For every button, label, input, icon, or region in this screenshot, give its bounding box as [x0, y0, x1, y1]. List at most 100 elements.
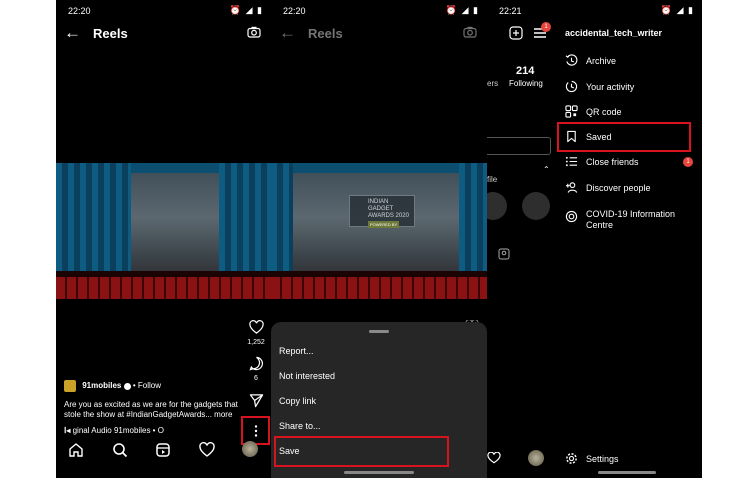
back-arrow-icon[interactable]: ←	[64, 23, 81, 43]
gesture-handle	[598, 471, 656, 474]
camera-icon[interactable]	[463, 26, 477, 38]
activity-icon	[565, 80, 578, 93]
profile-background: 1 214 Following ers file ⌃	[487, 22, 557, 478]
reel-screen: 22:20 ⏰ ◢ ▮ ← Reels 1,252 6 91mobiles • …	[56, 0, 271, 478]
reel-caption[interactable]: Are you as excited as we are for the gad…	[64, 400, 238, 420]
archive-icon	[565, 54, 578, 66]
curtain-right	[219, 163, 271, 271]
comment-count: 6	[254, 375, 258, 382]
status-icons: ⏰ ◢ ▮	[660, 5, 694, 15]
like-count: 1,252	[247, 339, 265, 346]
status-icons: ⏰ ◢ ▮	[229, 5, 263, 15]
copy-link-menu-item[interactable]: Copy link	[279, 396, 316, 406]
share-to-menu-item[interactable]: Share to...	[279, 421, 321, 431]
curtain-left	[271, 163, 293, 271]
back-arrow-icon[interactable]: ←	[279, 23, 296, 43]
new-post-icon[interactable]	[509, 26, 523, 40]
gear-icon	[566, 453, 577, 464]
qr-code-icon	[565, 105, 578, 118]
settings-label: Settings	[586, 454, 619, 464]
audio-bars-icon: Ⅰ◂	[64, 426, 71, 435]
status-bar: 22:20 ⏰ ◢ ▮	[56, 0, 271, 22]
sign-line-2: AWARDS 2020	[368, 213, 409, 219]
story-highlight[interactable]	[487, 192, 507, 220]
profile-menu-screen: 22:21 ⏰ ◢ ▮ 1 214 Following ers file ⌃ a…	[487, 0, 702, 478]
close-friends-icon	[565, 156, 578, 167]
verified-icon	[123, 382, 131, 390]
account-name[interactable]: 91mobiles	[82, 381, 121, 390]
search-icon[interactable]	[112, 442, 128, 458]
audio-row[interactable]: Ⅰ◂ ginal Audio 91mobiles • O	[64, 426, 164, 436]
covid-info-label: COVID-19 Information Centre	[586, 209, 675, 231]
caption-line-2: stole the show at #IndianGadgetAwards...…	[64, 410, 233, 419]
home-icon[interactable]	[68, 442, 84, 458]
status-icons: ⏰ ◢ ▮	[445, 5, 479, 15]
archive-label: Archive	[586, 56, 617, 66]
chevron-up-icon[interactable]: ⌃	[543, 165, 550, 174]
discover-people-label: Discover people	[586, 183, 651, 193]
theatre-seats	[271, 271, 487, 299]
status-bar: 22:20 ⏰ ◢ ▮	[271, 0, 487, 22]
activity-heart-icon[interactable]	[199, 442, 215, 458]
profile-avatar[interactable]	[242, 441, 258, 457]
profile-avatar[interactable]	[528, 450, 544, 466]
heart-icon[interactable]	[248, 320, 264, 335]
reel-actions: 1,252 6	[245, 320, 267, 410]
sheet-grip[interactable]	[369, 330, 389, 333]
add-person-icon	[565, 182, 578, 193]
edit-profile-button[interactable]	[487, 137, 551, 155]
awards-sign: INDIAN GADGET AWARDS 2020 POWERED BY	[349, 195, 415, 228]
bottom-nav	[56, 436, 271, 464]
follow-button[interactable]: Follow	[138, 381, 161, 390]
followers-label-partial: ers	[487, 79, 499, 88]
audio-label: ginal Audio 91mobiles • O	[72, 426, 164, 435]
reel-video: INDIAN GADGET AWARDS 2020 POWERED BY	[271, 163, 487, 299]
profile-drawer: accidental_tech_writer Archive Your acti…	[557, 22, 702, 478]
following-count[interactable]: 214	[516, 65, 534, 77]
profile-label-partial: file	[487, 175, 498, 184]
close-friends-menu-item[interactable]: Close friends 1	[565, 155, 702, 173]
qr-code-label: QR code	[586, 107, 622, 117]
reel-account-row: 91mobiles • Follow	[64, 380, 161, 392]
story-highlight[interactable]	[522, 192, 550, 220]
page-title: Reels	[308, 26, 343, 41]
sign-tag: POWERED BY	[368, 221, 400, 228]
not-interested-menu-item[interactable]: Not interested	[279, 371, 335, 381]
curtain-left	[56, 163, 132, 271]
following-label[interactable]: Following	[509, 79, 543, 88]
reel-video[interactable]	[56, 163, 271, 299]
follow-separator: •	[132, 381, 136, 391]
status-bar: 22:21 ⏰ ◢ ▮	[487, 0, 702, 22]
status-time: 22:20	[68, 6, 91, 16]
info-circle-icon	[565, 210, 578, 223]
top-bar: ← Reels	[56, 22, 271, 46]
caption-line-1: Are you as excited as we are for the gad…	[64, 400, 238, 409]
send-icon[interactable]	[249, 393, 264, 408]
save-highlight	[274, 436, 449, 467]
your-activity-label: Your activity	[586, 82, 635, 92]
sign-line-1: INDIAN GADGET	[368, 199, 394, 212]
notification-badge: 1	[541, 22, 551, 32]
reels-icon[interactable]	[155, 442, 171, 458]
covid-info-line-2: Centre	[586, 220, 614, 230]
reel-options-screen: 22:20 ⏰ ◢ ▮ ← Reels INDIAN GADGET AWARDS…	[271, 0, 487, 478]
account-avatar[interactable]	[64, 380, 76, 392]
theatre-seats	[56, 271, 271, 299]
close-friends-badge: 1	[683, 157, 693, 167]
camera-icon[interactable]	[247, 26, 261, 38]
report-menu-item[interactable]: Report...	[279, 346, 314, 356]
page-title: Reels	[93, 26, 128, 41]
status-time: 22:21	[499, 6, 522, 16]
top-bar: ← Reels	[271, 22, 487, 46]
gesture-handle	[344, 471, 414, 474]
tagged-icon[interactable]	[498, 248, 510, 260]
close-friends-label: Close friends	[586, 157, 639, 167]
drawer-username: accidental_tech_writer	[565, 28, 663, 38]
comment-icon[interactable]	[248, 356, 264, 371]
saved-highlight	[557, 122, 691, 152]
heart-icon[interactable]	[487, 452, 501, 464]
covid-info-line-1: COVID-19 Information	[586, 209, 676, 219]
stage-valance	[271, 163, 487, 173]
curtain-right	[458, 163, 487, 271]
status-time: 22:20	[283, 6, 306, 16]
